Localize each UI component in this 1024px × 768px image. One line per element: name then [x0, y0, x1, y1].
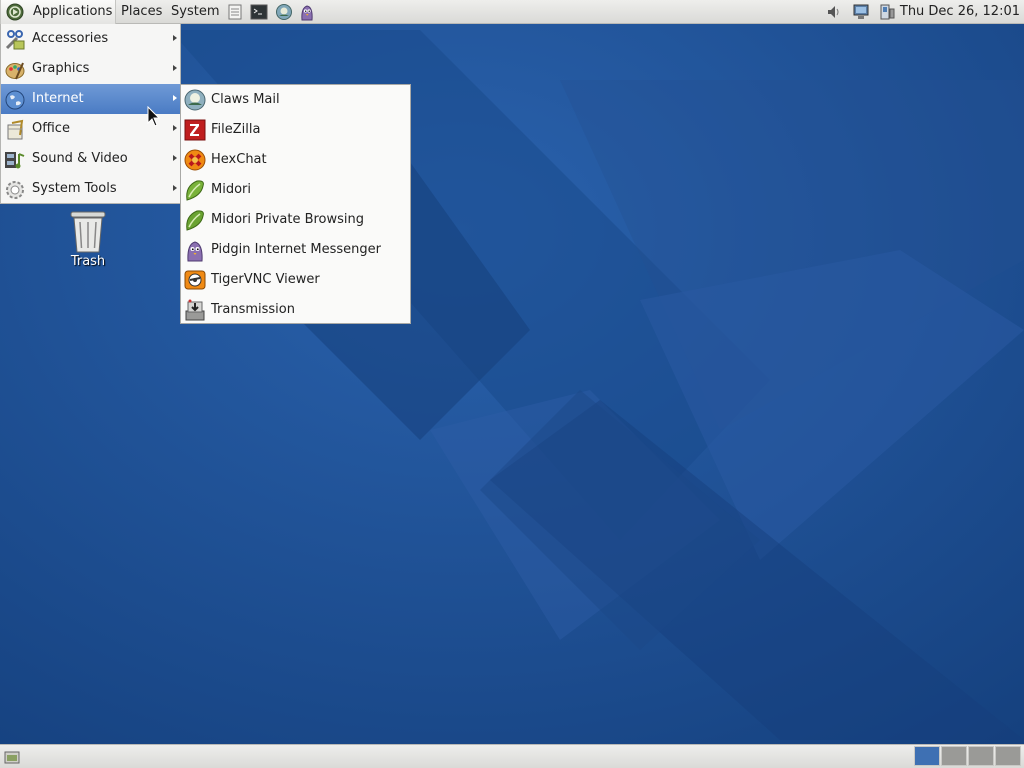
hexchat-icon — [184, 149, 206, 171]
menu-item-label: Accessories — [32, 31, 109, 46]
transmission-icon — [185, 299, 205, 321]
menu-item-accessories[interactable]: Accessories — [1, 24, 181, 54]
submenu-item-label: TigerVNC Viewer — [211, 272, 320, 287]
submenu-arrow-icon — [173, 65, 177, 71]
applications-logo-icon — [6, 3, 24, 21]
menu-item-label: Office — [32, 121, 70, 136]
terminal-icon[interactable] — [250, 3, 268, 21]
show-desktop-icon[interactable] — [4, 750, 20, 764]
submenu-item-claws-mail[interactable]: Claws Mail — [181, 85, 410, 115]
workspace-2-button[interactable] — [941, 746, 967, 766]
bottom-panel — [0, 744, 1024, 768]
notes-icon[interactable] — [226, 3, 244, 21]
workspace-1-button[interactable] — [914, 746, 940, 766]
pidgin-icon[interactable] — [298, 3, 316, 21]
filezilla-icon — [184, 119, 206, 141]
submenu-item-midori-private[interactable]: Midori Private Browsing — [181, 205, 410, 235]
tigervnc-icon — [184, 270, 206, 290]
menu-item-label: Sound & Video — [32, 151, 128, 166]
pidgin-icon — [187, 241, 203, 262]
submenu-arrow-icon — [173, 35, 177, 41]
graphics-icon — [5, 62, 25, 80]
submenu-arrow-icon — [173, 95, 177, 101]
applications-menu-button[interactable]: Applications — [0, 0, 116, 24]
claws-mail-icon[interactable] — [275, 3, 293, 21]
menu-item-label: System Tools — [32, 181, 117, 196]
workspace-4-button[interactable] — [995, 746, 1021, 766]
claws-mail-icon — [184, 89, 206, 111]
internet-submenu: Claws Mail FileZilla HexChat Midori Mido… — [180, 84, 411, 324]
trash-label[interactable]: Trash — [58, 254, 118, 269]
menu-item-system-tools[interactable]: System Tools — [1, 174, 181, 204]
submenu-item-label: FileZilla — [211, 122, 261, 137]
submenu-item-label: Midori — [211, 182, 251, 197]
submenu-item-midori[interactable]: Midori — [181, 175, 410, 205]
submenu-item-label: Midori Private Browsing — [211, 212, 365, 227]
submenu-item-filezilla[interactable]: FileZilla — [181, 115, 410, 145]
midori-private-icon — [186, 210, 204, 231]
workspace-3-button[interactable] — [968, 746, 994, 766]
menu-item-graphics[interactable]: Graphics — [1, 54, 181, 84]
submenu-item-label: Pidgin Internet Messenger — [211, 242, 381, 257]
midori-icon — [186, 180, 204, 201]
office-icon — [7, 119, 24, 140]
submenu-arrow-icon — [173, 155, 177, 161]
applications-label: Applications — [33, 4, 113, 19]
trash-icon[interactable] — [66, 208, 110, 254]
top-panel: Applications Places System Thu Dec 26, 1… — [0, 0, 1024, 24]
volume-icon[interactable] — [826, 3, 844, 21]
power-icon[interactable] — [878, 3, 896, 21]
system-menu-button[interactable]: System — [167, 0, 223, 24]
clock[interactable]: Thu Dec 26, 12:01 — [900, 0, 1020, 23]
sound-video-icon — [5, 152, 25, 169]
system-tools-icon — [6, 181, 24, 199]
network-icon[interactable] — [852, 3, 870, 21]
submenu-item-tigervnc[interactable]: TigerVNC Viewer — [181, 265, 410, 295]
submenu-item-pidgin[interactable]: Pidgin Internet Messenger — [181, 235, 410, 265]
accessories-icon — [5, 30, 25, 50]
submenu-item-label: Transmission — [211, 302, 295, 317]
menu-item-sound-video[interactable]: Sound & Video — [1, 144, 181, 174]
places-menu-button[interactable]: Places — [117, 0, 166, 24]
menu-item-label: Graphics — [32, 61, 90, 76]
submenu-item-label: Claws Mail — [211, 92, 280, 107]
mouse-pointer-icon — [147, 106, 161, 127]
menu-item-label: Internet — [32, 91, 84, 106]
internet-globe-icon — [5, 90, 25, 110]
submenu-item-transmission[interactable]: Transmission — [181, 295, 410, 325]
submenu-arrow-icon — [173, 185, 177, 191]
submenu-item-hexchat[interactable]: HexChat — [181, 145, 410, 175]
submenu-item-label: HexChat — [211, 152, 267, 167]
submenu-arrow-icon — [173, 125, 177, 131]
